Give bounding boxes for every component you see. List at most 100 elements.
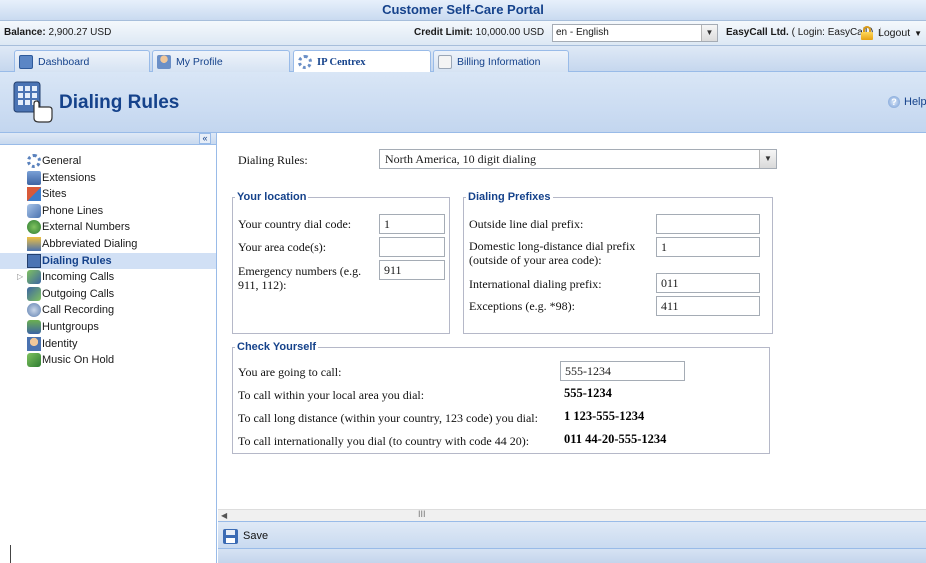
tab-label: Dashboard <box>38 55 90 68</box>
scroll-left-icon[interactable]: ◀ <box>221 511 227 520</box>
outgoing-calls-icon <box>27 286 41 301</box>
domestic-label-line1: Domestic long-distance dial prefix <box>469 239 636 253</box>
sidebar-item-label: Call Recording <box>42 304 115 317</box>
sidebar-item-incoming-calls[interactable]: ▷ Incoming Calls <box>0 269 216 285</box>
save-button[interactable]: Save <box>223 528 268 544</box>
account-bar: Balance: 2,900.27 USD Credit Limit: 10,0… <box>0 21 926 46</box>
sidebar-item-extensions[interactable]: Extensions <box>0 170 216 186</box>
identity-icon <box>27 336 41 351</box>
abbreviated-dialing-icon <box>27 237 41 251</box>
credit-limit: Credit Limit: 10,000.00 USD <box>414 27 544 38</box>
dialing-rules-label: Dialing Rules: <box>238 153 308 167</box>
sidebar-item-label: Abbreviated Dialing <box>42 238 138 250</box>
local-call-label: To call within your local area you dial: <box>238 388 425 402</box>
sidebar-item-outgoing-calls[interactable]: Outgoing Calls <box>0 286 216 302</box>
scroll-thumb-grip[interactable]: III <box>418 509 426 519</box>
sidebar-item-general[interactable]: General <box>0 153 216 169</box>
incoming-calls-icon <box>27 270 41 285</box>
huntgroups-icon <box>27 320 41 334</box>
sidebar-item-call-recording[interactable]: Call Recording <box>0 302 216 318</box>
dialing-rules-select[interactable]: North America, 10 digit dialing ▼ <box>379 149 777 169</box>
tab-ip-centrex[interactable]: IP Centrex <box>293 50 431 73</box>
sites-icon <box>27 187 41 202</box>
gear-icon <box>27 154 41 168</box>
tab-billing-information[interactable]: Billing Information <box>433 50 569 72</box>
tab-dashboard[interactable]: Dashboard <box>14 50 150 72</box>
user-icon <box>157 54 171 69</box>
balance: Balance: 2,900.27 USD <box>4 27 111 38</box>
dialing-rules-icon <box>13 81 53 123</box>
country-code-field[interactable]: 1 <box>379 214 445 234</box>
document-icon <box>438 54 452 69</box>
floppy-disk-icon <box>223 528 238 544</box>
language-select[interactable]: en - English ▼ <box>552 24 718 42</box>
help-icon: ? <box>888 96 900 108</box>
sidebar-item-label: Sites <box>42 188 67 201</box>
music-icon <box>27 353 41 368</box>
logout-button[interactable]: Logout ▼ <box>860 24 922 42</box>
sidebar-item-label: Phone Lines <box>42 204 104 217</box>
going-to-call-field[interactable]: 555-1234 <box>560 361 685 381</box>
area-code-field[interactable] <box>379 237 445 257</box>
sidebar-item-sites[interactable]: Sites <box>0 186 216 202</box>
tab-label: My Profile <box>176 55 223 68</box>
area-code-label: Your area code(s): <box>238 240 327 254</box>
help-button[interactable]: ? Help <box>888 96 926 108</box>
sidebar-item-label: Extensions <box>42 171 96 184</box>
balance-label: Balance: <box>4 27 46 38</box>
external-numbers-icon <box>27 220 41 235</box>
sidebar-item-label: Huntgroups <box>42 321 99 333</box>
divider <box>10 545 11 563</box>
tab-label: IP Centrex <box>317 56 366 68</box>
company-name: EasyCall Ltd. <box>726 27 789 38</box>
country-code-label: Your country dial code: <box>238 217 352 231</box>
sidebar-item-phone-lines[interactable]: Phone Lines <box>0 203 216 219</box>
sidebar-item-label: Music On Hold <box>42 354 115 367</box>
call-recording-icon <box>27 303 41 318</box>
long-distance-label: To call long distance (within your count… <box>238 411 538 425</box>
tab-my-profile[interactable]: My Profile <box>152 50 290 72</box>
sidebar-item-label: Incoming Calls <box>42 271 115 284</box>
international-call-result: 011 44-20-555-1234 <box>564 432 667 446</box>
page-title: Dialing Rules <box>59 92 180 113</box>
collapse-sidebar-button[interactable]: « <box>199 133 211 144</box>
phone-lines-icon <box>27 203 41 218</box>
expand-arrow-icon[interactable]: ▷ <box>17 272 23 281</box>
sidebar-item-abbreviated-dialing[interactable]: Abbreviated Dialing <box>0 236 216 252</box>
sidebar-item-huntgroups[interactable]: Huntgroups <box>0 319 216 335</box>
portal-title: Customer Self-Care Portal <box>0 0 926 21</box>
sidebar-item-external-numbers[interactable]: External Numbers <box>0 219 216 235</box>
horizontal-scrollbar[interactable]: ◀ III <box>218 509 926 521</box>
save-label: Save <box>243 530 269 542</box>
emergency-numbers-field[interactable]: 911 <box>379 260 445 280</box>
dialing-prefixes-legend: Dialing Prefixes <box>468 191 551 203</box>
sidebar-item-identity[interactable]: Identity <box>0 336 216 352</box>
extensions-icon <box>27 170 41 185</box>
exceptions-label: Exceptions (e.g. *98): <box>469 299 575 313</box>
local-call-result: 555-1234 <box>564 386 612 400</box>
lock-icon <box>860 26 874 40</box>
tab-label: Billing Information <box>457 55 541 68</box>
sidebar-item-label: General <box>42 155 82 167</box>
gears-icon <box>298 55 312 69</box>
domestic-prefix-field[interactable]: 1 <box>656 237 760 257</box>
dialing-rules-icon <box>27 253 41 268</box>
sidebar-item-music-on-hold[interactable]: Music On Hold <box>0 352 216 368</box>
footer-bar <box>218 549 926 563</box>
bottom-toolbar: Save <box>218 521 926 549</box>
sidebar-item-dialing-rules[interactable]: Dialing Rules <box>0 252 216 269</box>
help-label: Help <box>904 96 926 108</box>
chevron-down-icon[interactable]: ▼ <box>759 150 776 168</box>
emergency-label-line1: Emergency numbers (e.g. <box>238 264 362 278</box>
check-yourself-legend: Check Yourself <box>237 341 317 353</box>
outside-line-prefix-field[interactable] <box>656 214 760 234</box>
exceptions-field[interactable]: 411 <box>656 296 760 316</box>
chevron-down-icon[interactable]: ▼ <box>914 29 922 38</box>
outside-line-label: Outside line dial prefix: <box>469 217 584 231</box>
international-prefix-field[interactable]: 011 <box>656 273 760 293</box>
long-distance-result: 1 123-555-1234 <box>564 409 645 423</box>
domestic-label-line2: (outside of your area code): <box>469 253 602 267</box>
chevron-down-icon[interactable]: ▼ <box>701 25 717 41</box>
sidebar-item-label: Outgoing Calls <box>42 287 115 300</box>
sidebar-header: « <box>0 133 216 145</box>
